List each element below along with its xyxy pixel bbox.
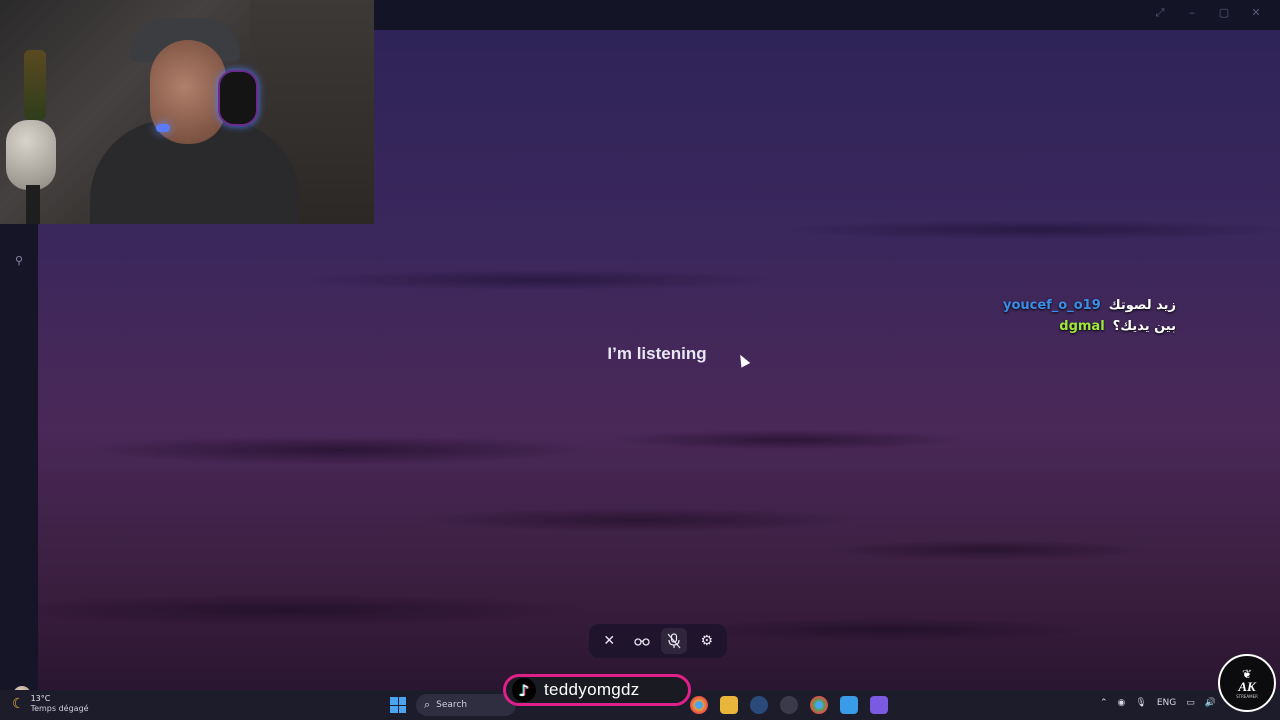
system-tray: ⌃ ◉ 🎙 ENG ▭ 🔊 <box>1100 698 1216 708</box>
taskbar-search[interactable]: ⌕ Search <box>416 694 516 716</box>
webcam-overlay <box>0 0 374 224</box>
listening-status: I’m listening <box>607 344 707 363</box>
wings-icon: ❦ <box>1241 666 1253 681</box>
chat-overlay: youcef_o_o19 زيد لصوتك dgmal بين يديك؟ <box>1003 298 1176 334</box>
microphone-icon[interactable]: 🎙 <box>1135 698 1146 708</box>
settings-gear-icon[interactable]: ⚙ <box>694 628 720 654</box>
emblem-text: AK <box>1238 678 1256 694</box>
tiktok-handle: teddyomgdz <box>544 680 640 699</box>
chat-username: youcef_o_o19 <box>1002 298 1101 313</box>
weather-temperature: 13°C <box>30 694 51 703</box>
emblem-subtext: STREAMER <box>1236 693 1258 699</box>
weather-description: Temps dégagé <box>30 704 89 713</box>
close-icon[interactable]: ✕ <box>596 628 622 654</box>
streamer-emblem-logo: ❦ AK STREAMER <box>1218 654 1276 712</box>
chat-message: dgmal بين يديك؟ <box>1059 319 1176 334</box>
start-windows-icon[interactable] <box>390 697 406 713</box>
discord-icon[interactable]: ◉ <box>1118 698 1126 708</box>
webcam-headset <box>218 70 258 126</box>
webcam-bottle <box>24 50 46 120</box>
file-explorer-icon[interactable] <box>720 696 738 714</box>
tiktok-icon: ♪ <box>512 678 536 702</box>
search-label: Search <box>436 700 468 710</box>
app-icon[interactable] <box>780 696 798 714</box>
language-indicator[interactable]: ENG <box>1157 698 1176 708</box>
weather-widget[interactable]: ☾ 13°C Temps dégagé <box>12 694 89 714</box>
minimize-icon[interactable]: – <box>1186 6 1198 20</box>
moon-icon: ☾ <box>12 696 25 712</box>
maximize-icon[interactable]: ▢ <box>1218 6 1230 20</box>
steam-icon[interactable] <box>750 696 768 714</box>
expand-icon[interactable]: ⤢ <box>1154 6 1166 20</box>
obs-app-icon[interactable] <box>870 696 888 714</box>
remote-app-icon[interactable] <box>840 696 858 714</box>
chrome-profile-icon[interactable] <box>810 696 828 714</box>
weather-text: 13°C Temps dégagé <box>31 694 89 714</box>
chat-message: youcef_o_o19 زيد لصوتك <box>1003 298 1176 313</box>
search-icon: ⌕ <box>424 698 431 711</box>
glasses-icon[interactable] <box>629 628 655 654</box>
close-window-icon[interactable]: ✕ <box>1250 6 1262 20</box>
volume-icon[interactable]: 🔊 <box>1205 698 1216 708</box>
taskbar-apps <box>690 696 888 714</box>
pin-icon[interactable]: ⚲ <box>15 254 23 267</box>
mute-microphone-icon[interactable] <box>661 628 688 654</box>
chat-text: بين يديك؟ <box>1112 319 1176 334</box>
network-icon[interactable]: ▭ <box>1186 698 1195 708</box>
tiktok-handle-overlay: ♪ teddyomgdz <box>503 674 691 706</box>
window-controls: ⤢ – ▢ ✕ <box>1154 6 1262 20</box>
voice-control-bar: ✕ ⚙ <box>589 624 727 658</box>
webcam-mic-stand <box>26 185 40 224</box>
chrome-icon[interactable] <box>690 696 708 714</box>
chat-text: زيد لصوتك <box>1108 298 1176 313</box>
chat-username: dgmal <box>1059 319 1105 334</box>
webcam-microphone <box>6 120 56 190</box>
chevron-up-icon[interactable]: ⌃ <box>1100 698 1108 708</box>
webcam-mic-light <box>156 124 170 132</box>
